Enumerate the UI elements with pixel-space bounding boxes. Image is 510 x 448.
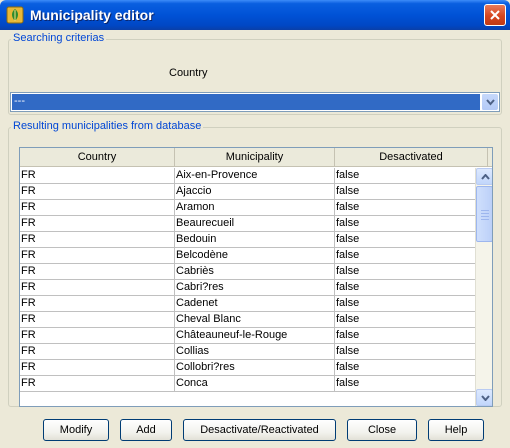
desactivate-reactivate-button[interactable]: Desactivate/Reactivated (183, 419, 336, 441)
results-legend: Resulting municipalities from database (11, 120, 204, 132)
cell-country: FR (20, 264, 175, 279)
cell-municipality: Conca (175, 376, 335, 391)
country-selected-value: --- (12, 94, 480, 110)
arrow-down-icon (481, 395, 490, 401)
column-header-municipality[interactable]: Municipality (175, 148, 335, 167)
cell-country: FR (20, 344, 175, 359)
cell-country: FR (20, 232, 175, 247)
country-dropdown-button[interactable] (481, 94, 498, 110)
cell-country: FR (20, 168, 175, 183)
cell-desactivated: false (335, 232, 476, 247)
title-bar[interactable]: Municipality editor (0, 0, 510, 30)
close-window-button[interactable] (484, 4, 506, 26)
cell-country: FR (20, 200, 175, 215)
cell-desactivated: false (335, 328, 476, 343)
cell-desactivated: false (335, 184, 476, 199)
table-body: FR Aix-en-Provence false FR Ajaccio fals… (20, 168, 476, 392)
cell-desactivated: false (335, 280, 476, 295)
add-button[interactable]: Add (120, 419, 172, 441)
cell-desactivated: false (335, 360, 476, 375)
cell-desactivated: false (335, 296, 476, 311)
close-button[interactable]: Close (347, 419, 417, 441)
country-label: Country (169, 67, 208, 79)
cell-municipality: Aix-en-Provence (175, 168, 335, 183)
table-row[interactable]: FR Beaurecueil false (20, 216, 476, 232)
cell-desactivated: false (335, 344, 476, 359)
search-criteria-group: Searching criterias Country --- (8, 32, 502, 115)
municipalities-table: Country Municipality Desactivated FR Aix… (19, 147, 493, 407)
cell-country: FR (20, 280, 175, 295)
app-icon (6, 6, 24, 24)
cell-desactivated: false (335, 168, 476, 183)
cell-desactivated: false (335, 376, 476, 391)
table-row[interactable]: FR Bedouin false (20, 232, 476, 248)
table-row[interactable]: FR Cheval Blanc false (20, 312, 476, 328)
cell-desactivated: false (335, 312, 476, 327)
cell-municipality: Cabriès (175, 264, 335, 279)
cell-desactivated: false (335, 264, 476, 279)
column-header-desactivated[interactable]: Desactivated (335, 148, 488, 167)
cell-municipality: Belcodène (175, 248, 335, 263)
dialog-content: Searching criterias Country --- Resultin… (4, 30, 506, 444)
table-row[interactable]: FR Cabri?res false (20, 280, 476, 296)
cell-country: FR (20, 376, 175, 391)
window-title: Municipality editor (30, 7, 154, 23)
table-row[interactable]: FR Aramon false (20, 200, 476, 216)
table-row[interactable]: FR Ajaccio false (20, 184, 476, 200)
table-row[interactable]: FR Conca false (20, 376, 476, 392)
cell-country: FR (20, 216, 175, 231)
cell-municipality: Collias (175, 344, 335, 359)
cell-municipality: Bedouin (175, 232, 335, 247)
close-icon (490, 10, 500, 20)
cell-municipality: Châteauneuf-le-Rouge (175, 328, 335, 343)
table-vertical-scrollbar[interactable] (475, 168, 492, 406)
help-button[interactable]: Help (428, 419, 484, 441)
column-header-country[interactable]: Country (20, 148, 175, 167)
chevron-down-icon (486, 99, 495, 106)
modify-button[interactable]: Modify (43, 419, 109, 441)
scroll-thumb[interactable] (476, 186, 492, 242)
cell-desactivated: false (335, 216, 476, 231)
table-row[interactable]: FR Châteauneuf-le-Rouge false (20, 328, 476, 344)
cell-municipality: Cabri?res (175, 280, 335, 295)
table-row[interactable]: FR Belcodène false (20, 248, 476, 264)
cell-municipality: Cheval Blanc (175, 312, 335, 327)
cell-country: FR (20, 360, 175, 375)
cell-country: FR (20, 328, 175, 343)
column-header-filler (488, 148, 492, 167)
cell-municipality: Aramon (175, 200, 335, 215)
results-group: Resulting municipalities from database C… (8, 120, 502, 407)
cell-municipality: Ajaccio (175, 184, 335, 199)
table-row[interactable]: FR Collobri?res false (20, 360, 476, 376)
cell-desactivated: false (335, 248, 476, 263)
cell-country: FR (20, 296, 175, 311)
table-header: Country Municipality Desactivated (20, 148, 492, 167)
cell-desactivated: false (335, 200, 476, 215)
table-row[interactable]: FR Cadenet false (20, 296, 476, 312)
arrow-up-icon (481, 174, 490, 180)
cell-country: FR (20, 312, 175, 327)
scroll-up-button[interactable] (476, 168, 492, 185)
cell-country: FR (20, 184, 175, 199)
search-criteria-legend: Searching criterias (11, 32, 107, 44)
scroll-down-button[interactable] (476, 389, 492, 406)
cell-country: FR (20, 248, 175, 263)
country-select[interactable]: --- (10, 92, 500, 112)
cell-municipality: Beaurecueil (175, 216, 335, 231)
cell-municipality: Cadenet (175, 296, 335, 311)
table-row[interactable]: FR Aix-en-Provence false (20, 168, 476, 184)
table-row[interactable]: FR Cabriès false (20, 264, 476, 280)
table-row[interactable]: FR Collias false (20, 344, 476, 360)
cell-municipality: Collobri?res (175, 360, 335, 375)
